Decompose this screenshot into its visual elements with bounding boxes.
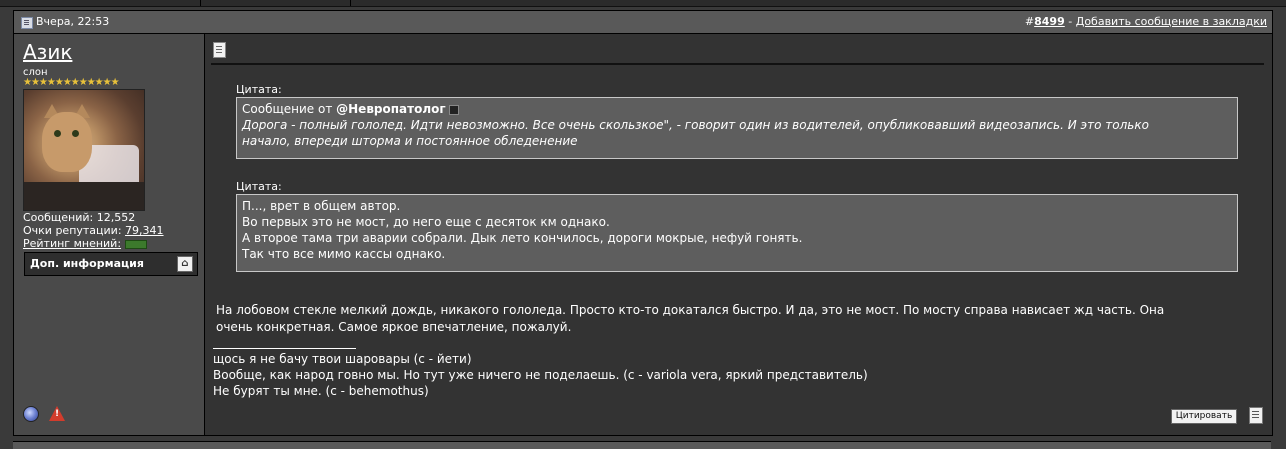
quote-box: П..., врет в общем автор. Во первых это … bbox=[236, 194, 1238, 272]
rating-stat: Рейтинг мнений: bbox=[23, 237, 164, 250]
body-line: очень конкретная. Самое яркое впечатлени… bbox=[216, 320, 572, 334]
report-icon[interactable]: ! bbox=[49, 406, 65, 421]
quote-label: Цитата: bbox=[236, 180, 282, 193]
offline-status-icon bbox=[23, 406, 39, 422]
reputation-icon bbox=[124, 239, 147, 249]
post-body: На лобовом стекле мелкий дождь, никакого… bbox=[216, 302, 1256, 336]
rep-stat: Очки репутации: 79,341 bbox=[23, 224, 164, 237]
view-post-icon[interactable] bbox=[448, 104, 459, 115]
quote-line: Дорога - полный гололед. Идти невозможно… bbox=[242, 118, 1149, 132]
post-header: Вчера, 22:53 #8499 - Добавить сообщение … bbox=[14, 11, 1272, 34]
multiquote-icon[interactable] bbox=[1249, 407, 1263, 424]
post-icon bbox=[21, 17, 33, 29]
signature-divider bbox=[213, 348, 356, 349]
collapse-icon[interactable]: ⌂ bbox=[177, 256, 193, 272]
more-info-label: Доп. информация bbox=[30, 257, 144, 270]
signature: щось я не бачу твои шаровары (с - йети) … bbox=[213, 351, 868, 399]
quote-header: Сообщение от @Невропатолог bbox=[242, 101, 1232, 117]
body-line: На лобовом стекле мелкий дождь, никакого… bbox=[216, 303, 1165, 317]
bookmark-link[interactable]: Добавить сообщение в закладки bbox=[1076, 15, 1267, 28]
top-strip-segment bbox=[200, 0, 351, 6]
quote-author: @Невропатолог bbox=[336, 102, 446, 116]
quote-line: А второе тама три аварии собрали. Дык ле… bbox=[242, 231, 803, 245]
post-number-prefix: # bbox=[1024, 15, 1035, 28]
rank-stars: ★★★★★★★★★★★★ bbox=[23, 77, 120, 88]
quote-box: Сообщение от @Невропатолог Дорога - полн… bbox=[236, 97, 1238, 159]
posts-stat: Сообщений: 12,552 bbox=[23, 211, 136, 224]
rating-link[interactable]: Рейтинг мнений: bbox=[23, 237, 121, 250]
post-container: Вчера, 22:53 #8499 - Добавить сообщение … bbox=[13, 10, 1273, 436]
user-sidebar: Азик слон ★★★★★★★★★★★★ Сообщений: 12,552… bbox=[14, 34, 205, 435]
quote-line: Так что все мимо кассы однако. bbox=[242, 247, 446, 261]
top-strip bbox=[0, 0, 1286, 7]
content-separator bbox=[211, 63, 1264, 65]
post-date: Вчера, 22:53 bbox=[36, 15, 110, 28]
quote-line: начало, впереди шторма и постоянное обле… bbox=[242, 134, 578, 148]
more-info-panel[interactable]: Доп. информация ⌂ bbox=[24, 252, 198, 276]
signature-line: Не бурят ты мне. (с - behemothus) bbox=[213, 384, 429, 398]
quote-button[interactable]: Цитировать bbox=[1171, 409, 1237, 424]
post-links-separator: - bbox=[1064, 15, 1076, 28]
post-links: #8499 - Добавить сообщение в закладки bbox=[1025, 11, 1267, 33]
signature-line: Вообще, как народ говно мы. Но тут уже н… bbox=[213, 368, 868, 382]
avatar-cat-eye bbox=[54, 130, 61, 137]
quote-label: Цитата: bbox=[236, 83, 282, 96]
avatar-cat-eye bbox=[72, 130, 79, 137]
avatar-shelf bbox=[24, 182, 144, 210]
quote-line: Во первых это не мост, до него еще с дес… bbox=[242, 215, 610, 229]
signature-line: щось я не бачу твои шаровары (с - йети) bbox=[213, 352, 472, 366]
quote-line: П..., врет в общем автор. bbox=[242, 199, 401, 213]
rep-points-link[interactable]: 79,341 bbox=[125, 224, 164, 237]
document-icon bbox=[213, 42, 226, 58]
avatar-cat bbox=[42, 112, 92, 172]
avatar bbox=[23, 89, 145, 211]
user-stats: Сообщений: 12,552 Очки репутации: 79,341… bbox=[23, 211, 164, 250]
user-actions: ! bbox=[23, 406, 65, 422]
post-date-area: Вчера, 22:53 bbox=[21, 11, 109, 33]
post-content: Цитата: Сообщение от @Невропатолог Дорог… bbox=[205, 34, 1272, 435]
post-number-link[interactable]: 8499 bbox=[1034, 15, 1065, 28]
top-strip-segment bbox=[0, 0, 201, 6]
username-link[interactable]: Азик bbox=[23, 40, 72, 64]
posts-count: 12,552 bbox=[96, 211, 136, 224]
